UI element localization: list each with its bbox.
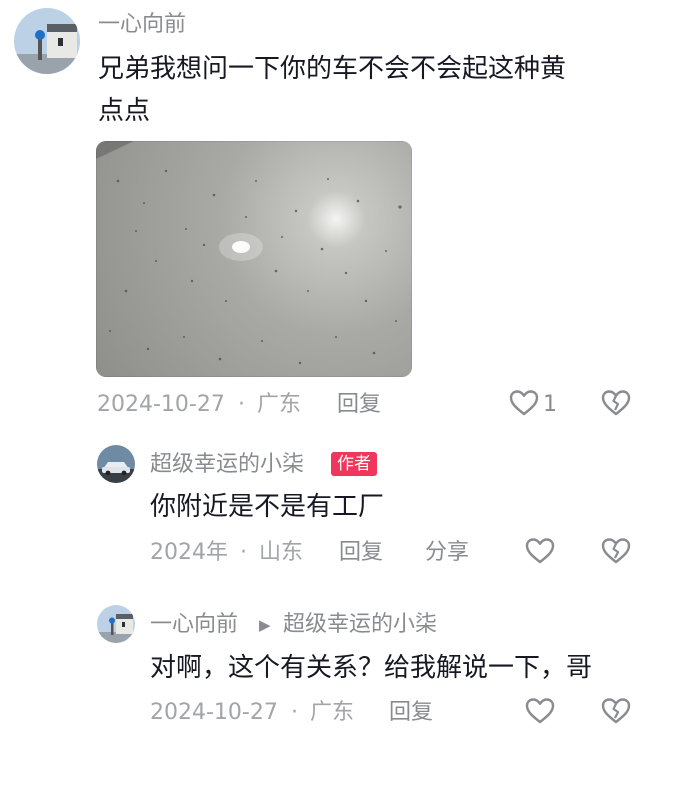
speckled-surface-photo <box>96 141 412 377</box>
comment-2-share-button[interactable]: 分享 <box>425 539 469 567</box>
comment-2-location: 山东 <box>259 540 304 565</box>
heart-outline-icon[interactable] <box>525 537 555 565</box>
broken-heart-icon[interactable] <box>601 697 631 725</box>
broken-heart-icon[interactable] <box>601 537 631 565</box>
avatar-comment-2[interactable] <box>97 445 135 483</box>
reply-to-arrow-icon: ▶ <box>259 616 271 634</box>
comment-3-text: 对啊，这个有关系？给我解说一下，哥 <box>150 653 593 683</box>
comment-2-separator: · <box>240 540 247 565</box>
comment-3-username[interactable]: 一心向前 <box>150 611 238 639</box>
comment-3-location: 广东 <box>310 700 355 725</box>
avatar-image <box>97 605 135 643</box>
avatar-image <box>97 445 135 483</box>
comment-2-date: 2024年 <box>150 540 228 565</box>
broken-heart-icon[interactable] <box>601 389 631 417</box>
comment-1-username[interactable]: 一心向前 <box>98 11 186 39</box>
comment-2-username[interactable]: 超级幸运的小柒 <box>150 451 304 479</box>
comment-1-date: 2024-10-27 <box>97 392 225 417</box>
comment-2-reply-button[interactable]: 回复 <box>339 539 383 567</box>
comment-1-text-line1: 兄弟我想问一下你的车不会不会起这种黄 <box>98 54 567 84</box>
author-badge: 作者 <box>331 452 377 476</box>
comment-3-reply-button[interactable]: 回复 <box>389 699 433 727</box>
avatar-comment-3[interactable] <box>97 605 135 643</box>
comment-1-like-count: 1 <box>543 392 557 417</box>
avatar-comment-1[interactable] <box>14 8 80 74</box>
comment-1-reply-button[interactable]: 回复 <box>337 391 381 419</box>
comment-2-text: 你附近是不是有工厂 <box>150 492 385 522</box>
heart-outline-icon[interactable] <box>525 697 555 725</box>
comment-1-photo[interactable] <box>96 141 412 377</box>
heart-outline-icon[interactable] <box>509 389 539 417</box>
avatar-image <box>14 8 80 74</box>
comment-3-reply-to-name[interactable]: 超级幸运的小柒 <box>283 611 437 639</box>
comment-3-separator: · <box>291 700 298 725</box>
comment-1-location: 广东 <box>257 392 302 417</box>
comment-1-text-line2: 点点 <box>98 96 151 126</box>
comment-1-separator: · <box>238 392 245 417</box>
comment-3-date: 2024-10-27 <box>150 700 278 725</box>
